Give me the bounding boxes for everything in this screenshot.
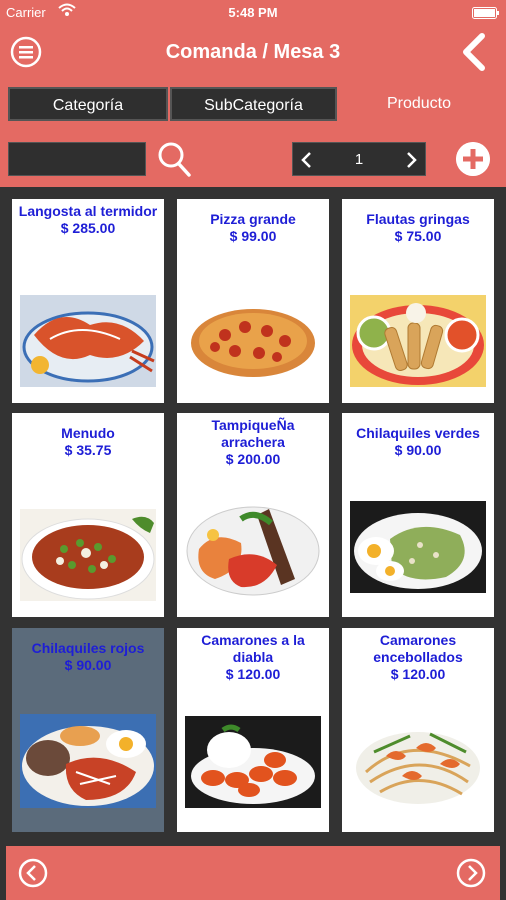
product-grid: Langosta al termidor $ 285.00 Pizza gran… [0, 187, 506, 842]
back-chevron-icon[interactable] [460, 33, 488, 71]
product-name: Flautas gringas $ 75.00 [346, 211, 490, 245]
product-name-text: Camarones a la diabla [201, 632, 305, 665]
tab-subcategoria[interactable]: SubCategoría [170, 87, 337, 121]
camarones-encebollados-photo [350, 712, 486, 812]
tampiquena-photo [185, 489, 321, 601]
pizza-photo [185, 295, 321, 387]
product-name: Chilaquiles rojos $ 90.00 [16, 640, 160, 674]
product-price: $ 35.75 [64, 442, 112, 458]
product-card[interactable]: Menudo $ 35.75 [12, 413, 164, 617]
product-name-text: Flautas gringas [366, 211, 470, 227]
chilaquiles-verdes-photo [350, 501, 486, 593]
product-price: $ 75.00 [394, 228, 442, 244]
nav-next-icon[interactable] [456, 858, 486, 888]
tab-producto[interactable]: Producto [340, 87, 498, 121]
add-icon[interactable] [456, 142, 490, 176]
product-price: $ 120.00 [225, 666, 281, 682]
product-price: $ 120.00 [390, 666, 446, 682]
product-card[interactable]: Flautas gringas $ 75.00 [342, 199, 494, 403]
page-stepper: 1 [292, 142, 426, 176]
search-input[interactable] [8, 142, 146, 176]
page-prev-icon[interactable] [299, 150, 313, 170]
page-number: 1 [354, 151, 364, 168]
product-card[interactable]: Chilaquiles verdes $ 90.00 [342, 413, 494, 617]
top-bar: Carrier 5:48 PM Comanda / Mesa 3 Categor… [0, 0, 506, 187]
product-card-selected[interactable]: Chilaquiles rojos $ 90.00 [12, 628, 164, 832]
product-name: TampiqueÑa arrachera $ 200.00 [181, 417, 325, 468]
status-time: 5:48 PM [228, 5, 278, 20]
product-price: $ 90.00 [64, 657, 112, 673]
page-title: Comanda / Mesa 3 [165, 41, 341, 63]
nav-prev-icon[interactable] [18, 858, 48, 888]
product-name-text: Menudo [61, 425, 115, 441]
product-card[interactable]: Langosta al termidor $ 285.00 [12, 199, 164, 403]
product-name-text: Pizza grande [210, 211, 296, 227]
search-icon[interactable] [156, 140, 192, 178]
tab-categoria[interactable]: Categoría [8, 87, 168, 121]
camarones-diabla-photo [185, 716, 321, 808]
battery-icon [472, 7, 499, 19]
product-name-text: Camarones encebollados [373, 632, 463, 665]
product-name-text: Chilaquiles verdes [356, 425, 480, 441]
product-name: Pizza grande $ 99.00 [181, 211, 325, 245]
product-name-text: Chilaquiles rojos [31, 640, 145, 656]
product-name-text: Langosta al termidor [18, 203, 158, 219]
product-card[interactable]: Camarones encebollados $ 120.00 [342, 628, 494, 832]
product-name: Camarones encebollados $ 120.00 [346, 632, 490, 683]
lobster-photo [20, 295, 156, 387]
menudo-photo [20, 509, 156, 601]
product-price: $ 200.00 [225, 451, 281, 467]
product-price: $ 285.00 [60, 220, 116, 236]
product-name: Menudo $ 35.75 [16, 425, 160, 459]
product-card[interactable]: Camarones a la diabla $ 120.00 [177, 628, 329, 832]
product-name: Camarones a la diabla $ 120.00 [181, 632, 325, 683]
status-bar: Carrier 5:48 PM [0, 0, 506, 26]
bottom-nav-bar [6, 846, 500, 900]
product-name: Langosta al termidor $ 285.00 [16, 203, 160, 237]
chilaquiles-rojos-photo [20, 714, 156, 808]
product-name-text: TampiqueÑa arrachera [211, 417, 295, 450]
flautas-photo [350, 295, 486, 387]
product-card[interactable]: TampiqueÑa arrachera $ 200.00 [177, 413, 329, 617]
page-next-icon[interactable] [405, 150, 419, 170]
product-price: $ 99.00 [229, 228, 277, 244]
product-price: $ 90.00 [394, 442, 442, 458]
product-card[interactable]: Pizza grande $ 99.00 [177, 199, 329, 403]
product-name: Chilaquiles verdes $ 90.00 [346, 425, 490, 459]
